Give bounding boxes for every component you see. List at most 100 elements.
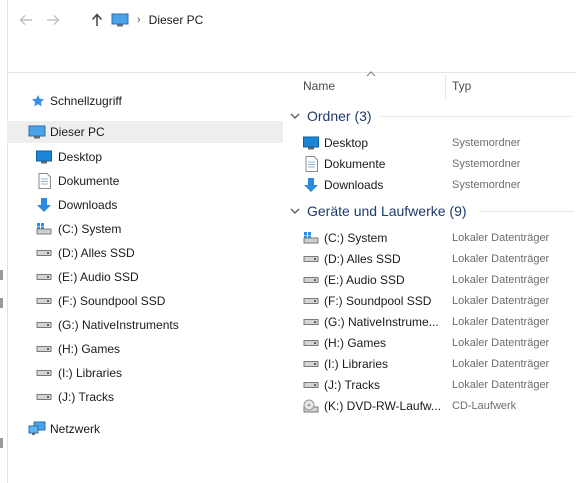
item-type: Lokaler Datenträger <box>452 273 550 286</box>
list-item[interactable]: (E:) Audio SSD Lokaler Datenträger <box>301 269 576 290</box>
nav-item[interactable]: (F:) Soundpool SSD <box>7 290 283 312</box>
list-item[interactable]: (K:) DVD-RW-Laufw... CD-Laufwerk <box>301 395 576 416</box>
drive-icon <box>303 377 319 393</box>
nav-item[interactable]: Downloads <box>7 194 283 216</box>
download-icon <box>36 197 52 213</box>
drive-icon <box>36 341 52 357</box>
item-name: Downloads <box>324 177 384 192</box>
column-header-type[interactable]: Typ <box>452 73 471 99</box>
list-item[interactable]: (H:) Games Lokaler Datenträger <box>301 332 576 353</box>
star-icon <box>30 93 46 109</box>
group-divider <box>479 211 574 212</box>
back-button[interactable] <box>17 11 35 29</box>
drive-icon <box>303 272 319 288</box>
desktop-icon <box>36 149 52 165</box>
item-name: (E:) Audio SSD <box>324 272 405 287</box>
edge-mark <box>0 270 3 280</box>
item-type: Lokaler Datenträger <box>452 294 550 307</box>
nav-label: Schnellzugriff <box>50 94 122 108</box>
drive-icon <box>303 335 319 351</box>
chevron-down-icon <box>290 113 300 119</box>
forward-button[interactable] <box>44 11 62 29</box>
desktop-icon <box>303 135 319 151</box>
nav-label: (H:) Games <box>58 342 121 356</box>
list-item[interactable]: (I:) Libraries Lokaler Datenträger <box>301 353 576 374</box>
drive-icon <box>36 269 52 285</box>
item-name: (D:) Alles SSD <box>324 251 401 266</box>
nav-this-pc[interactable]: Dieser PC <box>7 121 283 143</box>
nav-item[interactable]: Desktop <box>7 146 283 168</box>
list-item[interactable]: Downloads Systemordner <box>301 174 576 195</box>
nav-item[interactable]: (G:) NativeInstruments <box>7 314 283 336</box>
group-divider <box>381 116 571 117</box>
nav-label: (J:) Tracks <box>58 390 114 404</box>
network-icon <box>28 421 46 437</box>
nav-label: Desktop <box>58 150 103 164</box>
computer-icon <box>111 13 129 27</box>
nav-network[interactable]: Netzwerk <box>7 418 283 440</box>
breadcrumb-separator[interactable]: › <box>137 14 141 26</box>
list-item[interactable]: (F:) Soundpool SSD Lokaler Datenträger <box>301 290 576 311</box>
arrow-right-icon <box>47 15 60 25</box>
dvd-drive-icon <box>303 398 319 414</box>
nav-label: (F:) Soundpool SSD <box>58 294 166 308</box>
document-icon <box>303 155 319 172</box>
nav-item[interactable]: (H:) Games <box>7 338 283 360</box>
navigation-pane: Schnellzugriff Dieser PC Desktop Dokument… <box>7 73 283 483</box>
drive-icon <box>36 245 52 261</box>
nav-label: Netzwerk <box>50 422 101 436</box>
nav-item[interactable]: Dokumente <box>7 170 283 192</box>
item-name: (K:) DVD-RW-Laufw... <box>324 398 441 413</box>
item-name: (F:) Soundpool SSD <box>324 293 432 308</box>
nav-label: Downloads <box>58 198 118 212</box>
drive-icon <box>303 251 319 267</box>
item-name: Desktop <box>324 135 369 150</box>
nav-label: (E:) Audio SSD <box>58 270 139 284</box>
edge-mark <box>0 438 3 448</box>
download-icon <box>303 177 319 193</box>
item-name: (C:) System <box>324 230 388 245</box>
item-type: Systemordner <box>452 178 521 191</box>
group-title: Ordner (3) <box>307 108 372 124</box>
arrow-up-icon <box>91 13 103 26</box>
list-item[interactable]: (D:) Alles SSD Lokaler Datenträger <box>301 248 576 269</box>
address-bar[interactable]: › Dieser PC <box>111 7 576 33</box>
item-name: (I:) Libraries <box>324 356 389 371</box>
nav-item[interactable]: (D:) Alles SSD <box>7 242 283 264</box>
nav-label: (G:) NativeInstruments <box>58 318 179 332</box>
nav-item[interactable]: (I:) Libraries <box>7 362 283 384</box>
item-type: Lokaler Datenträger <box>452 252 550 265</box>
nav-quick-access[interactable]: Schnellzugriff <box>7 90 283 112</box>
group-folders[interactable]: Ordner (3) <box>289 106 571 126</box>
group-title: Geräte und Laufwerke (9) <box>307 203 467 219</box>
list-item[interactable]: (G:) NativeInstrume... Lokaler Datenträge… <box>301 311 576 332</box>
nav-item[interactable]: (C:) System <box>7 218 283 240</box>
system-drive-icon <box>303 230 319 246</box>
item-type: Lokaler Datenträger <box>452 315 550 328</box>
breadcrumb[interactable]: Dieser PC <box>149 13 204 27</box>
column-divider[interactable] <box>445 75 446 99</box>
item-type: Lokaler Datenträger <box>452 336 550 349</box>
up-button[interactable] <box>88 11 106 29</box>
item-name: Dokumente <box>324 156 386 171</box>
item-type: Systemordner <box>452 136 521 149</box>
drive-icon <box>303 356 319 372</box>
item-name: (J:) Tracks <box>324 377 380 392</box>
item-type: Lokaler Datenträger <box>452 378 550 391</box>
drive-icon <box>36 317 52 333</box>
nav-item[interactable]: (E:) Audio SSD <box>7 266 283 288</box>
group-drives[interactable]: Geräte und Laufwerke (9) <box>289 201 574 221</box>
nav-label: Dokumente <box>58 174 120 188</box>
drive-icon <box>303 314 319 330</box>
list-item[interactable]: Dokumente Systemordner <box>301 153 576 174</box>
toolbar: › Dieser PC <box>7 0 576 73</box>
computer-icon <box>28 124 46 140</box>
list-item[interactable]: (J:) Tracks Lokaler Datenträger <box>301 374 576 395</box>
column-header-name[interactable]: Name <box>303 73 335 99</box>
drive-icon <box>36 365 52 381</box>
nav-item[interactable]: (J:) Tracks <box>7 386 283 408</box>
list-item[interactable]: (C:) System Lokaler Datenträger <box>301 227 576 248</box>
list-item[interactable]: Desktop Systemordner <box>301 132 576 153</box>
drive-icon <box>36 389 52 405</box>
nav-label: (D:) Alles SSD <box>58 246 135 260</box>
